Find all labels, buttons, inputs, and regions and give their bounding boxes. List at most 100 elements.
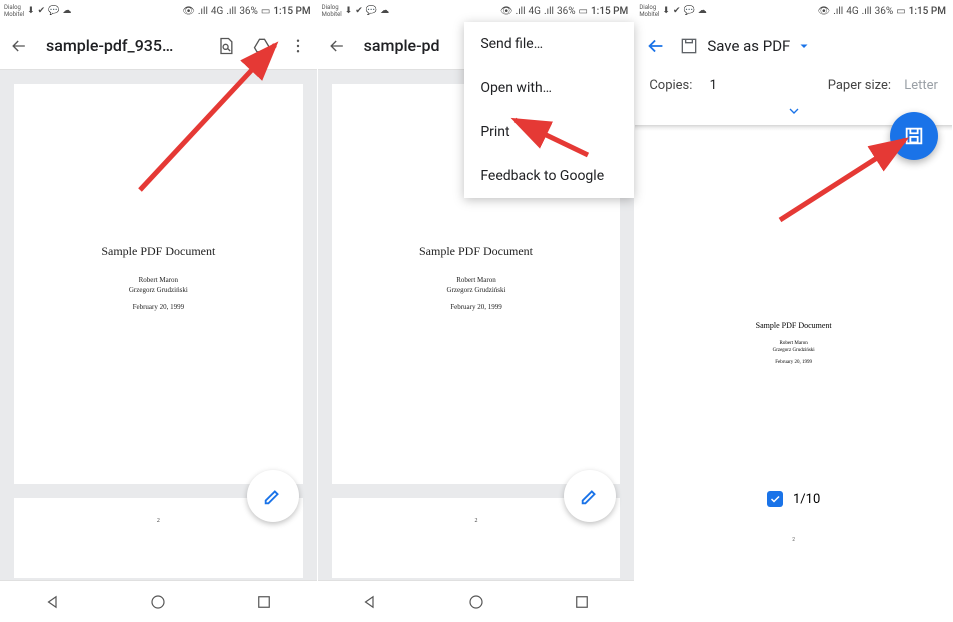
doc-author-2: Grzegorz Grudziński bbox=[447, 285, 506, 295]
panel-print: Dialog Mobitel ⬇ ✔ 💬 ☁ 👁 .ıll 4G .ıll 36… bbox=[635, 0, 953, 622]
doc-author-1: Robert Maron bbox=[447, 275, 506, 285]
printer-name: Save as PDF bbox=[707, 37, 790, 55]
doc-title: Sample PDF Document bbox=[419, 244, 533, 259]
doc-author-1: Robert Maron bbox=[129, 275, 188, 285]
doc-date: February 20, 1999 bbox=[775, 360, 812, 365]
doc-author-2: Grzegorz Grudziński bbox=[773, 347, 815, 354]
copies-value[interactable]: 1 bbox=[710, 78, 717, 93]
panel-viewer: Dialog Mobitel ⬇ ✔ 💬 ☁ 👁 .ıll 4G .ıll 36… bbox=[0, 0, 318, 622]
carrier-1: Dialog bbox=[4, 4, 24, 11]
dropdown-caret-icon bbox=[798, 40, 810, 52]
document-title: sample-pdf_935… bbox=[46, 36, 199, 55]
chat-icon: 💬 bbox=[684, 6, 695, 16]
nav-recents-button[interactable] bbox=[255, 593, 273, 611]
doc-date: February 20, 1999 bbox=[450, 303, 502, 311]
pencil-icon bbox=[579, 485, 601, 507]
nav-home-button[interactable] bbox=[467, 593, 485, 611]
print-options-row: Copies: 1 Paper size: Letter bbox=[635, 70, 952, 103]
signal-icon: .ıll bbox=[198, 6, 208, 17]
battery-icon: ▭ bbox=[261, 6, 270, 17]
find-button[interactable] bbox=[215, 35, 237, 57]
check-icon: ✔ bbox=[38, 6, 46, 16]
save-icon bbox=[903, 125, 925, 147]
doc-author-1: Robert Maron bbox=[773, 340, 815, 347]
pdf-page-1: Sample PDF Document Robert Maron Grzegor… bbox=[14, 84, 303, 484]
battery-text: 36% bbox=[239, 6, 258, 17]
back-button[interactable] bbox=[8, 35, 30, 57]
4g-icon: 4G bbox=[529, 6, 541, 17]
menu-open-with[interactable]: Open with… bbox=[464, 66, 634, 110]
page-selection-row: 1/10 bbox=[635, 491, 952, 507]
pencil-icon bbox=[262, 485, 284, 507]
download-icon: ⬇ bbox=[27, 6, 35, 16]
check-icon: ✔ bbox=[355, 6, 363, 16]
nav-home-button[interactable] bbox=[149, 593, 167, 611]
add-to-drive-button[interactable] bbox=[251, 35, 273, 57]
doc-title: Sample PDF Document bbox=[101, 244, 215, 259]
status-bar: Dialog Mobitel ⬇ ✔ 💬 ☁ 👁 .ıll 4G .ıll 36… bbox=[635, 0, 952, 22]
carrier-2: Mobitel bbox=[322, 11, 342, 18]
overflow-menu-button[interactable] bbox=[287, 35, 309, 57]
carrier-1: Dialog bbox=[639, 4, 659, 11]
copies-label: Copies: bbox=[649, 78, 692, 93]
nav-back-button[interactable] bbox=[361, 593, 379, 611]
arrow-left-icon bbox=[9, 36, 29, 56]
clock: 1:15 PM bbox=[273, 6, 310, 17]
include-page-checkbox[interactable] bbox=[767, 491, 783, 507]
carrier-1: Dialog bbox=[322, 4, 342, 11]
app-bar: sample-pdf_935… bbox=[0, 22, 317, 70]
back-button[interactable] bbox=[326, 35, 348, 57]
battery-text: 36% bbox=[875, 6, 894, 17]
signal2-icon: .ıll bbox=[226, 6, 236, 17]
battery-icon: ▭ bbox=[579, 6, 588, 17]
battery-icon: ▭ bbox=[896, 6, 905, 17]
more-vert-icon bbox=[289, 37, 307, 55]
nav-back-button[interactable] bbox=[44, 593, 62, 611]
nav-bar bbox=[0, 580, 317, 622]
check-icon bbox=[769, 493, 781, 505]
carrier-2: Mobitel bbox=[4, 11, 24, 18]
document-area[interactable]: Sample PDF Document Robert Maron Grzegor… bbox=[0, 70, 317, 580]
download-icon: ⬇ bbox=[345, 6, 353, 16]
signal2-icon: .ıll bbox=[862, 6, 872, 17]
cloud-icon: ☁ bbox=[62, 6, 71, 16]
menu-send-file[interactable]: Send file… bbox=[464, 22, 634, 66]
panel-menu: Dialog Mobitel ⬇ ✔ 💬 ☁ 👁 .ıll 4G .ıll 36… bbox=[318, 0, 636, 622]
doc-author-2: Grzegorz Grudziński bbox=[129, 285, 188, 295]
battery-text: 36% bbox=[557, 6, 576, 17]
arrow-left-icon bbox=[327, 36, 347, 56]
chat-icon: 💬 bbox=[366, 6, 377, 16]
signal-icon: .ıll bbox=[516, 6, 526, 17]
nav-bar bbox=[318, 580, 635, 622]
save-pdf-icon bbox=[679, 36, 699, 56]
nav-recents-button[interactable] bbox=[573, 593, 591, 611]
signal-icon: .ıll bbox=[833, 6, 843, 17]
print-header: Save as PDF bbox=[635, 22, 952, 70]
drive-add-icon bbox=[252, 36, 272, 56]
doc-title: Sample PDF Document bbox=[756, 321, 832, 330]
clock: 1:15 PM bbox=[909, 6, 946, 17]
preview-page-2-idx: 2 bbox=[635, 537, 952, 543]
status-bar: Dialog Mobitel ⬇ ✔ 💬 ☁ 👁 .ıll 4G .ıll 36… bbox=[318, 0, 635, 22]
edit-fab[interactable] bbox=[564, 470, 616, 522]
printer-select[interactable]: Save as PDF bbox=[679, 36, 810, 56]
eye-icon: 👁 bbox=[818, 6, 831, 17]
print-back-button[interactable] bbox=[645, 35, 667, 57]
signal2-icon: .ıll bbox=[544, 6, 554, 17]
paper-size-value[interactable]: Letter bbox=[904, 78, 938, 93]
edit-fab[interactable] bbox=[247, 470, 299, 522]
clock: 1:15 PM bbox=[591, 6, 628, 17]
download-icon: ⬇ bbox=[662, 6, 670, 16]
eye-icon: 👁 bbox=[182, 6, 195, 17]
4g-icon: 4G bbox=[211, 6, 223, 17]
overflow-menu: Send file… Open with… Print Feedback to … bbox=[464, 22, 634, 198]
menu-print[interactable]: Print bbox=[464, 110, 634, 154]
menu-feedback[interactable]: Feedback to Google bbox=[464, 154, 634, 198]
save-pdf-fab[interactable] bbox=[890, 112, 938, 160]
status-bar: Dialog Mobitel ⬇ ✔ 💬 ☁ 👁 .ıll 4G .ıll 36… bbox=[0, 0, 317, 22]
cloud-icon: ☁ bbox=[698, 6, 707, 16]
4g-icon: 4G bbox=[846, 6, 858, 17]
chat-icon: 💬 bbox=[48, 6, 59, 16]
print-preview-area[interactable]: Sample PDF Document Robert Maron Grzegor… bbox=[635, 131, 952, 622]
page-counter: 1/10 bbox=[793, 492, 820, 507]
